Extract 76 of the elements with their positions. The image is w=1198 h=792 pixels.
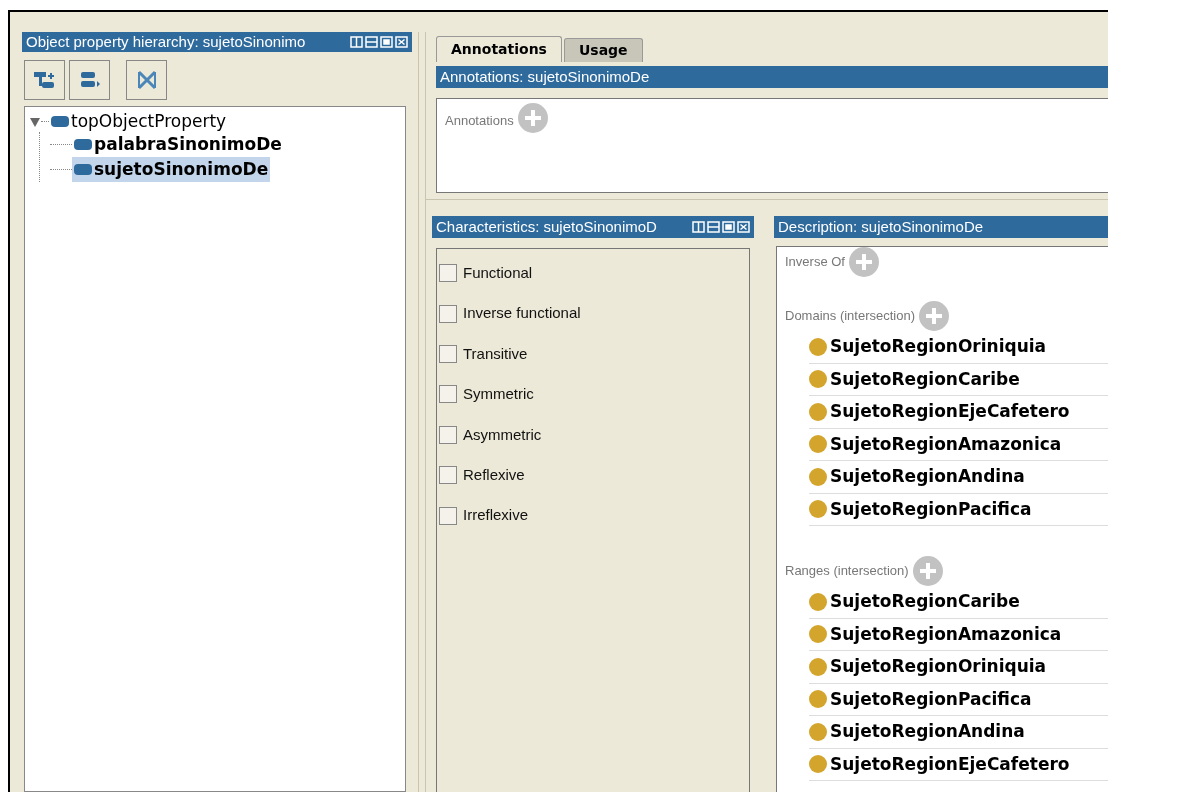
panel-title: Annotations: sujetoSinonimoDe [440,66,650,87]
checkbox-label: Symmetric [463,384,534,405]
class-icon [809,657,827,676]
class-row[interactable]: SujetoRegionPacifica [809,683,1108,716]
class-name: SujetoRegionAndina [830,720,1025,743]
checkbox[interactable] [439,344,457,363]
add-icon[interactable] [517,103,548,133]
checkbox[interactable] [439,264,457,283]
section-label: Domains (intersection) [785,307,916,326]
class-name: SujetoRegionAndina [830,465,1025,488]
tab[interactable]: Usage [563,38,643,62]
class-icon [809,402,827,421]
delete-icon [135,69,158,91]
section-label: Annotations [445,112,514,130]
add-icon[interactable] [848,247,879,277]
panel-title: Characteristics: sujetoSinonimoD [436,216,657,237]
section-label: Ranges (intersection) [785,562,909,581]
class-row[interactable]: SujetoRegionEjeCafetero [809,748,1108,781]
view-controls-icon[interactable] [692,221,750,233]
add-icon[interactable] [912,556,943,586]
class-row[interactable]: SujetoRegionAndina [809,716,1108,749]
class-row[interactable]: SujetoRegionCaribe [809,586,1108,619]
class-name: SujetoRegionAmazonica [830,432,1062,456]
add-icon[interactable] [919,301,950,331]
panel-title: Description: sujetoSinonimoDe [778,216,984,237]
class-row[interactable]: SujetoRegionCaribe [809,363,1108,396]
class-name: SujetoRegionPacifica [830,687,1032,711]
checkbox[interactable] [439,385,457,404]
section-label: Inverse Of [785,253,845,272]
class-name: SujetoRegionEjeCafetero [830,752,1070,776]
class-icon [809,722,827,741]
class-row[interactable]: SujetoRegionAmazonica [809,618,1108,651]
class-name: SujetoRegionOriniquia [830,335,1047,358]
checkbox-label: Asymmetric [463,424,542,445]
class-row[interactable]: SujetoRegionPacifica [809,493,1108,526]
property-icon [74,139,92,150]
class-row[interactable]: SujetoRegionOriniquia [809,651,1108,684]
class-row[interactable]: SujetoRegionAmazonica [809,428,1108,461]
property-icon [74,164,92,175]
tab[interactable]: Annotations [436,36,562,62]
add-sub-property-button[interactable] [24,60,65,100]
tree-item[interactable]: sujetoSinonimoDe [72,156,271,183]
checkbox-label: Inverse functional [463,303,581,324]
checkbox[interactable] [439,425,457,444]
class-icon [809,337,827,356]
checkbox-label: Irreflexive [463,505,529,526]
class-name: SujetoRegionAmazonica [830,622,1062,646]
checkbox[interactable] [439,466,457,485]
class-icon [809,370,827,389]
class-name: SujetoRegionPacifica [830,497,1032,521]
checkbox-label: Transitive [463,343,528,364]
checkbox[interactable] [439,506,457,525]
class-name: SujetoRegionCaribe [830,367,1020,391]
class-icon [809,592,827,611]
class-icon [809,625,827,644]
panel-title: Object property hierarchy: sujetoSinonimo [26,31,306,52]
class-icon [809,690,827,709]
checkbox-label: Reflexive [463,464,525,485]
delete-property-button[interactable] [126,60,167,100]
view-controls-icon[interactable] [350,36,408,48]
expand-triangle-icon[interactable] [29,115,41,128]
add-child-icon [32,70,57,90]
class-icon [809,755,827,774]
class-icon [809,500,827,519]
class-row[interactable]: SujetoRegionAndina [809,461,1108,494]
class-name: SujetoRegionCaribe [830,590,1020,613]
add-sibling-property-button[interactable] [69,60,110,100]
class-row[interactable]: SujetoRegionOriniquia [809,331,1108,364]
checkbox[interactable] [439,304,457,323]
class-icon [809,435,827,454]
checkbox-label: Functional [463,262,533,283]
class-name: SujetoRegionOriniquia [830,655,1047,678]
property-icon [51,116,69,127]
class-row[interactable]: SujetoRegionEjeCafetero [809,396,1108,429]
class-icon [809,467,827,486]
class-name: SujetoRegionEjeCafetero [830,400,1070,423]
